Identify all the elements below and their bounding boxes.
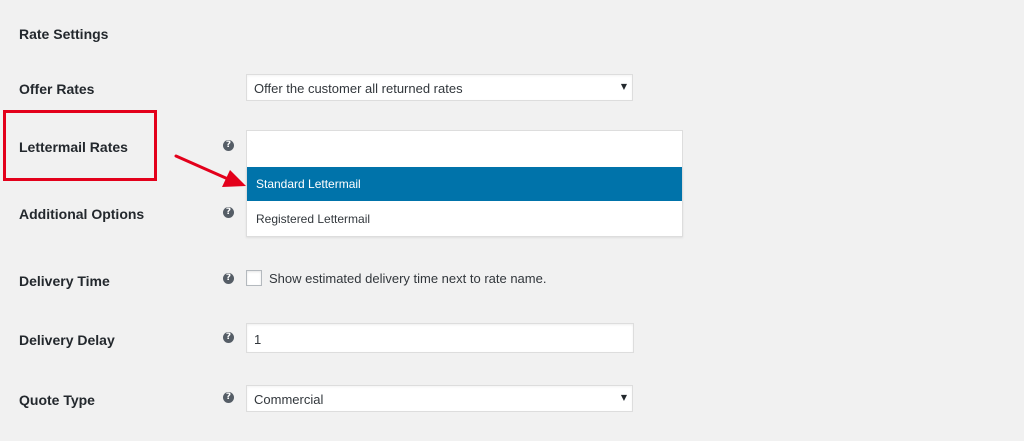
question-circle-icon[interactable]: ?	[223, 207, 234, 218]
delivery-delay-value: 1	[254, 332, 262, 347]
delivery-time-label: Delivery Time	[19, 273, 110, 289]
question-circle-icon[interactable]: ?	[223, 332, 234, 343]
chevron-down-icon: ▼	[620, 393, 627, 402]
delivery-time-checkbox-label[interactable]: Show estimated delivery time next to rat…	[269, 271, 546, 286]
quote-type-label: Quote Type	[19, 392, 95, 408]
quote-type-selected-value: Commercial	[254, 392, 324, 407]
lettermail-rates-input[interactable]	[246, 130, 683, 167]
dropdown-option-registered-lettermail[interactable]: Registered Lettermail	[247, 202, 682, 236]
chevron-down-icon: ▼	[620, 82, 627, 91]
annotation-highlight-box	[3, 110, 157, 181]
dropdown-option-standard-lettermail[interactable]: Standard Lettermail	[247, 167, 682, 201]
delivery-delay-label: Delivery Delay	[19, 332, 115, 348]
lettermail-rates-dropdown: Standard Lettermail Registered Lettermai…	[246, 167, 683, 237]
offer-rates-selected-value: Offer the customer all returned rates	[254, 81, 463, 96]
delivery-time-checkbox[interactable]	[246, 270, 262, 286]
offer-rates-label: Offer Rates	[19, 81, 95, 97]
additional-options-label: Additional Options	[19, 206, 145, 222]
section-title: Rate Settings	[19, 26, 109, 42]
offer-rates-select[interactable]: Offer the customer all returned rates ▼	[246, 74, 633, 101]
annotation-arrow-icon	[174, 154, 246, 187]
question-circle-icon[interactable]: ?	[223, 392, 234, 403]
delivery-delay-input[interactable]: 1	[246, 323, 634, 353]
quote-type-select[interactable]: Commercial ▼	[246, 385, 633, 412]
question-circle-icon[interactable]: ?	[223, 273, 234, 284]
